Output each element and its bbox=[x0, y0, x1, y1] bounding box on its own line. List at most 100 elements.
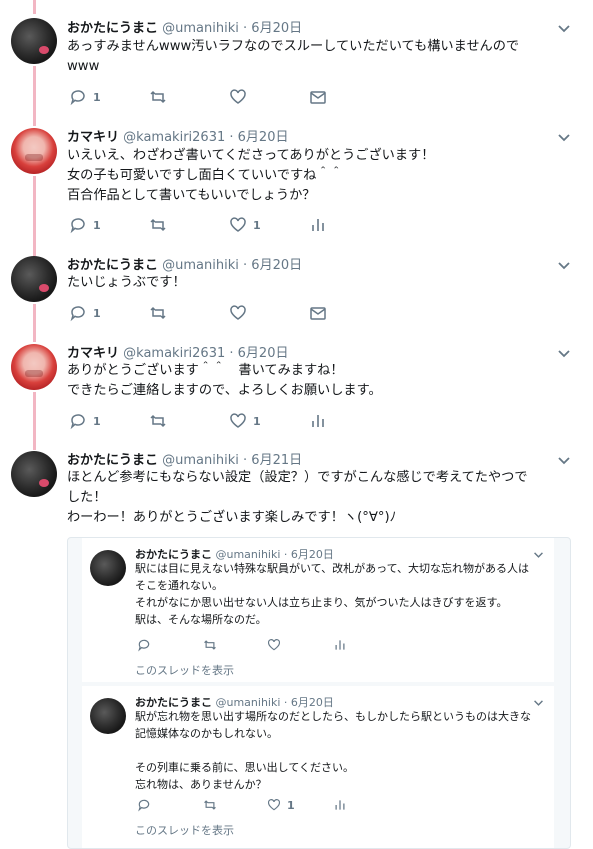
retweet-icon bbox=[150, 306, 166, 320]
reply-button[interactable]: 1 bbox=[69, 304, 101, 322]
tweet-date[interactable]: 6月20日 bbox=[238, 346, 289, 361]
retweet-icon bbox=[204, 800, 216, 810]
tweet-text: あっすみませんwww汚いラフなのでスルーしていただいても構いませんので www bbox=[67, 39, 520, 74]
analytics-button[interactable] bbox=[333, 638, 347, 652]
like-button[interactable]: 1 bbox=[267, 798, 295, 812]
reply-button[interactable]: 1 bbox=[69, 216, 101, 234]
tweet-text: 駅が忘れ物を思い出す場所なのだとしたら、もしかしたら駅というものは大きな 記憶媒… bbox=[135, 710, 531, 791]
user-handle[interactable]: @umanihiki bbox=[162, 21, 239, 36]
show-thread-link[interactable]: このスレッドを表示 bbox=[135, 822, 234, 838]
tweet-actions: 1 bbox=[67, 304, 347, 324]
chevron-down-icon[interactable] bbox=[557, 453, 571, 467]
analytics-button[interactable] bbox=[309, 412, 327, 430]
chevron-down-icon[interactable] bbox=[557, 21, 571, 35]
reply-icon bbox=[70, 306, 85, 322]
analytics-icon bbox=[312, 415, 324, 427]
analytics-button[interactable] bbox=[309, 216, 327, 234]
tweet-text: 駅には目に見えない特殊な駅員がいて、改札があって、大切な忘れ物がある人は そこを… bbox=[135, 562, 530, 626]
retweet-button[interactable] bbox=[149, 412, 167, 430]
display-name[interactable]: カマキリ bbox=[67, 346, 119, 361]
reply-icon bbox=[70, 414, 85, 430]
analytics-button[interactable] bbox=[333, 798, 347, 812]
separator: · bbox=[229, 130, 234, 145]
chevron-down-icon[interactable] bbox=[557, 258, 571, 272]
separator: · bbox=[243, 258, 248, 273]
chevron-down-icon[interactable] bbox=[533, 549, 544, 560]
thread-line bbox=[33, 66, 36, 126]
like-button[interactable]: 1 bbox=[229, 412, 261, 430]
avatar[interactable] bbox=[11, 451, 57, 497]
retweet-button[interactable] bbox=[203, 638, 217, 652]
avatar[interactable] bbox=[11, 128, 57, 174]
like-count: 1 bbox=[253, 218, 261, 232]
heart-icon bbox=[267, 639, 281, 651]
tweet-date[interactable]: 6月21日 bbox=[251, 453, 302, 468]
show-thread-link[interactable]: このスレッドを表示 bbox=[135, 662, 234, 678]
chevron-down-icon[interactable] bbox=[557, 130, 571, 144]
retweet-button[interactable] bbox=[149, 88, 167, 106]
tweet-date[interactable]: 6月20日 bbox=[251, 21, 302, 36]
reply-icon bbox=[138, 799, 150, 812]
thread-line bbox=[33, 392, 36, 450]
like-button[interactable] bbox=[229, 88, 247, 106]
tweet-header: おかたにうまこ @umanihiki · 6月20日 bbox=[67, 254, 302, 273]
retweet-icon bbox=[150, 414, 166, 428]
display-name[interactable]: おかたにうまこ bbox=[67, 21, 158, 36]
tweet-actions: 1 1 bbox=[67, 216, 347, 236]
retweet-button[interactable] bbox=[203, 798, 217, 812]
retweet-icon bbox=[204, 640, 216, 650]
reply-icon bbox=[138, 639, 150, 652]
avatar[interactable] bbox=[90, 550, 126, 586]
reply-count: 1 bbox=[93, 90, 101, 104]
thread-line bbox=[33, 304, 36, 342]
thread-line bbox=[33, 0, 36, 14]
avatar[interactable] bbox=[90, 698, 126, 734]
reply-button[interactable] bbox=[137, 638, 151, 652]
separator: · bbox=[243, 21, 248, 36]
like-button[interactable]: 1 bbox=[229, 216, 261, 234]
reply-button[interactable] bbox=[137, 798, 151, 812]
like-count: 1 bbox=[287, 798, 295, 812]
retweet-icon bbox=[150, 90, 166, 104]
tweet-date[interactable]: 6月20日 bbox=[238, 130, 289, 145]
dm-button[interactable] bbox=[309, 304, 327, 322]
like-button[interactable] bbox=[229, 304, 247, 322]
like-button[interactable] bbox=[267, 638, 281, 652]
chevron-down-icon[interactable] bbox=[533, 697, 544, 708]
tweet-text: ほとんど参考にもならない設定（設定？）ですがこんな感じで考えてたやつで した！ … bbox=[67, 470, 528, 525]
tweet-header: おかたにうまこ @umanihiki · 6月21日 bbox=[67, 449, 302, 468]
avatar[interactable] bbox=[11, 344, 57, 390]
heart-icon bbox=[267, 799, 281, 811]
embedded-tweet[interactable]: おかたにうまこ @umanihiki · 6月20日 駅が忘れ物を思い出す場所な… bbox=[82, 686, 554, 848]
display-name[interactable]: おかたにうまこ bbox=[67, 258, 158, 273]
tweet-actions: 1 1 bbox=[67, 412, 347, 432]
tweet-header: カマキリ @kamakiri2631 · 6月20日 bbox=[67, 342, 288, 361]
embedded-thread-card[interactable]: おかたにうまこ @umanihiki · 6月20日 駅には目に見えない特殊な駅… bbox=[67, 537, 571, 849]
reply-count: 1 bbox=[93, 306, 101, 320]
retweet-icon bbox=[150, 218, 166, 232]
reply-count: 1 bbox=[93, 218, 101, 232]
tweet-text: ありがとうございます＾＾ 書いてみますね！ できたらご連絡しますので、よろしくお… bbox=[67, 363, 382, 398]
reply-button[interactable]: 1 bbox=[69, 88, 101, 106]
avatar[interactable] bbox=[11, 256, 57, 302]
retweet-button[interactable] bbox=[149, 304, 167, 322]
reply-button[interactable]: 1 bbox=[69, 412, 101, 430]
separator: · bbox=[243, 453, 248, 468]
chevron-down-icon[interactable] bbox=[557, 346, 571, 360]
reply-icon bbox=[70, 218, 85, 234]
avatar[interactable] bbox=[11, 18, 57, 64]
tweet-actions: 1 bbox=[67, 88, 347, 108]
tweet-header: おかたにうまこ @umanihiki · 6月20日 bbox=[67, 17, 302, 36]
mail-icon bbox=[310, 307, 326, 320]
user-handle[interactable]: @kamakiri2631 bbox=[123, 130, 225, 145]
user-handle[interactable]: @kamakiri2631 bbox=[123, 346, 225, 361]
user-handle[interactable]: @umanihiki bbox=[162, 258, 239, 273]
tweet-date[interactable]: 6月20日 bbox=[251, 258, 302, 273]
retweet-button[interactable] bbox=[149, 216, 167, 234]
display-name[interactable]: おかたにうまこ bbox=[67, 453, 158, 468]
tweet-actions: 1 bbox=[135, 798, 395, 814]
display-name[interactable]: カマキリ bbox=[67, 130, 119, 145]
user-handle[interactable]: @umanihiki bbox=[162, 453, 239, 468]
dm-button[interactable] bbox=[309, 88, 327, 106]
embedded-tweet[interactable]: おかたにうまこ @umanihiki · 6月20日 駅には目に見えない特殊な駅… bbox=[82, 538, 554, 682]
